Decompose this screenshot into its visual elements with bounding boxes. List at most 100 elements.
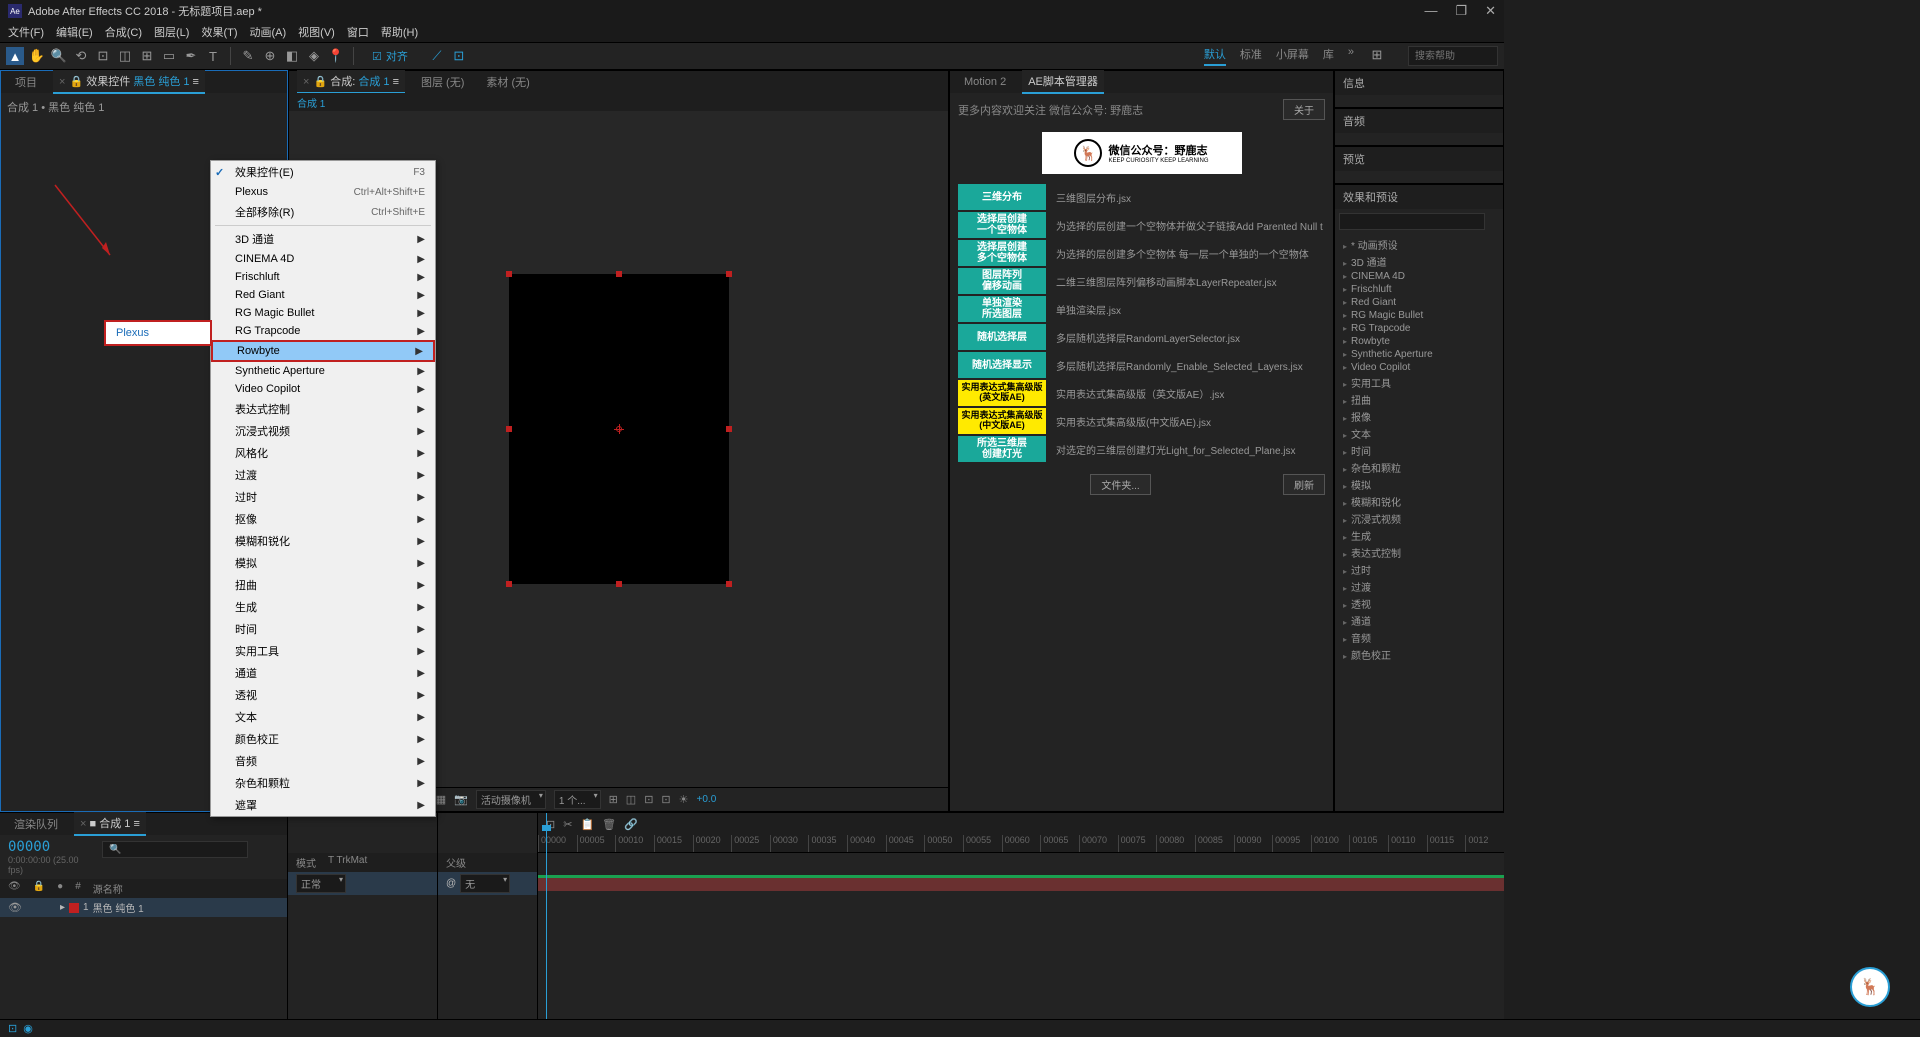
script-badge[interactable]: 随机选择显示 bbox=[958, 352, 1046, 378]
menu-help[interactable]: 帮助(H) bbox=[381, 24, 418, 40]
effects-category[interactable]: 文本 bbox=[1335, 425, 1503, 442]
menu-window[interactable]: 窗口 bbox=[347, 24, 369, 40]
ctx-item[interactable]: Rowbyte▶ bbox=[211, 340, 435, 362]
script-item[interactable]: 三维分布三维图层分布.jsx bbox=[958, 184, 1325, 210]
effects-category[interactable]: 模糊和锐化 bbox=[1335, 493, 1503, 510]
effects-category[interactable]: 通道 bbox=[1335, 612, 1503, 629]
script-item[interactable]: 实用表达式集高级版 (中文版AE)实用表达式集高级版(中文版AE).jsx bbox=[958, 408, 1325, 434]
effects-category[interactable]: Red Giant bbox=[1335, 296, 1503, 309]
tl-tool-icon[interactable]: 📋 bbox=[580, 818, 594, 831]
handle-tr[interactable] bbox=[726, 271, 732, 277]
effects-category[interactable]: 颜色校正 bbox=[1335, 646, 1503, 663]
ctx-item[interactable]: 抠像▶ bbox=[211, 508, 435, 530]
view-icon-3[interactable]: ⊡ bbox=[644, 793, 653, 806]
menu-composition[interactable]: 合成(C) bbox=[105, 24, 142, 40]
status-icon[interactable]: ⊡ bbox=[8, 1022, 17, 1035]
submenu-item-plexus[interactable]: Plexus bbox=[106, 325, 210, 341]
handle-ml[interactable] bbox=[506, 426, 512, 432]
workspace-library[interactable]: 库 bbox=[1323, 46, 1334, 66]
ctx-item[interactable]: RG Trapcode▶ bbox=[211, 322, 435, 340]
timecode-icon[interactable]: ⊡ bbox=[661, 793, 670, 806]
effects-category[interactable]: Rowbyte bbox=[1335, 335, 1503, 348]
effects-category[interactable]: 3D 通道 bbox=[1335, 253, 1503, 270]
effect-controls-tab[interactable]: ×🔒 效果控件 黑色 纯色 1 ≡ bbox=[53, 70, 205, 94]
layer-expand[interactable]: ▸ bbox=[60, 902, 65, 913]
effects-category[interactable]: 沉浸式视频 bbox=[1335, 510, 1503, 527]
ctx-item[interactable]: 生成▶ bbox=[211, 596, 435, 618]
transparency-icon[interactable]: ▦ bbox=[436, 793, 446, 806]
script-badge[interactable]: 选择层创建 多个空物体 bbox=[958, 240, 1046, 266]
script-item[interactable]: 图层阵列 偏移动画二维三维图层阵列偏移动画脚本LayerRepeater.jsx bbox=[958, 268, 1325, 294]
effects-category[interactable]: 时间 bbox=[1335, 442, 1503, 459]
exposure-value[interactable]: +0.0 bbox=[697, 794, 717, 805]
ctx-item[interactable]: 效果控件(E)F3 bbox=[211, 161, 435, 183]
script-item[interactable]: 单独渲染 所选图层单独渲染层.jsx bbox=[958, 296, 1325, 322]
effects-panel-header[interactable]: 效果和预设 bbox=[1335, 185, 1503, 209]
effects-category[interactable]: * 动画预设 bbox=[1335, 236, 1503, 253]
snap-icon[interactable]: ⟋ bbox=[428, 47, 446, 65]
ctx-item[interactable]: Red Giant▶ bbox=[211, 286, 435, 304]
effects-category[interactable]: 杂色和颗粒 bbox=[1335, 459, 1503, 476]
effects-category[interactable]: RG Trapcode bbox=[1335, 322, 1503, 335]
views-select[interactable]: 1 个... bbox=[554, 790, 601, 809]
workspace-standard[interactable]: 标准 bbox=[1240, 46, 1262, 66]
script-badge[interactable]: 单独渲染 所选图层 bbox=[958, 296, 1046, 322]
playhead[interactable] bbox=[546, 813, 547, 1022]
ctx-item[interactable]: CINEMA 4D▶ bbox=[211, 250, 435, 268]
ctx-item[interactable]: 通道▶ bbox=[211, 662, 435, 684]
script-badge[interactable]: 图层阵列 偏移动画 bbox=[958, 268, 1046, 294]
timeline-ruler[interactable]: 0000000005000100001500020000250003000035… bbox=[538, 835, 1504, 853]
timeline-layer-row[interactable]: 👁 ▸ 1 黑色 纯色 1 bbox=[0, 898, 287, 917]
footage-tab[interactable]: 素材 (无) bbox=[480, 71, 535, 93]
comp-inner-tab[interactable]: 合成 1 bbox=[297, 95, 325, 110]
effects-category[interactable]: 实用工具 bbox=[1335, 374, 1503, 391]
tl-tool-icon[interactable]: 🔗 bbox=[624, 818, 638, 831]
effects-search-input[interactable] bbox=[1339, 213, 1485, 230]
ctx-item[interactable]: 风格化▶ bbox=[211, 442, 435, 464]
roto-tool[interactable]: ◈ bbox=[305, 47, 323, 65]
snapshot-icon[interactable]: 📷 bbox=[454, 793, 468, 806]
parent-header[interactable]: 父级 bbox=[446, 855, 466, 870]
folder-button[interactable]: 文件夹... bbox=[1090, 474, 1150, 495]
script-item[interactable]: 实用表达式集高级版 (英文版AE)实用表达式集高级版（英文版AE）.jsx bbox=[958, 380, 1325, 406]
ctx-item[interactable]: 全部移除(R)Ctrl+Shift+E bbox=[211, 201, 435, 223]
ctx-item[interactable]: 时间▶ bbox=[211, 618, 435, 640]
source-name-header[interactable]: 源名称 bbox=[93, 881, 123, 896]
camera-tool[interactable]: ◫ bbox=[116, 47, 134, 65]
handle-br[interactable] bbox=[726, 581, 732, 587]
timeline-track[interactable] bbox=[538, 875, 1504, 891]
script-item[interactable]: 选择层创建 一个空物体为选择的层创建一个空物体并做父子链接Add Parente… bbox=[958, 212, 1325, 238]
text-tool[interactable]: T bbox=[204, 47, 222, 65]
close-button[interactable]: ✕ bbox=[1485, 3, 1496, 19]
tl-tool-icon[interactable]: ✂ bbox=[563, 818, 572, 831]
menu-file[interactable]: 文件(F) bbox=[8, 24, 44, 40]
ctx-item[interactable]: Synthetic Aperture▶ bbox=[211, 362, 435, 380]
effects-category[interactable]: RG Magic Bullet bbox=[1335, 309, 1503, 322]
script-badge[interactable]: 三维分布 bbox=[958, 184, 1046, 210]
panel-icon[interactable]: ⊞ bbox=[1368, 46, 1386, 64]
workspace-more[interactable]: » bbox=[1348, 46, 1354, 66]
ctx-item[interactable]: 遮罩▶ bbox=[211, 794, 435, 816]
trkmat-header[interactable]: T TrkMat bbox=[328, 855, 367, 870]
ctx-item[interactable]: 文本▶ bbox=[211, 706, 435, 728]
script-item[interactable]: 所选三维层 创建灯光对选定的三维层创建灯光Light_for_Selected_… bbox=[958, 436, 1325, 462]
timecode[interactable]: 00000 bbox=[8, 839, 82, 855]
motion2-tab[interactable]: Motion 2 bbox=[958, 73, 1012, 91]
handle-bm[interactable] bbox=[616, 581, 622, 587]
menu-animation[interactable]: 动画(A) bbox=[250, 24, 287, 40]
hand-tool[interactable]: ✋ bbox=[28, 47, 46, 65]
puppet-tool[interactable]: 📍 bbox=[327, 47, 345, 65]
help-search-input[interactable] bbox=[1408, 46, 1498, 66]
ctx-item[interactable]: RG Magic Bullet▶ bbox=[211, 304, 435, 322]
zoom-tool[interactable]: 🔍 bbox=[50, 47, 68, 65]
refresh-button[interactable]: 刷新 bbox=[1283, 474, 1325, 495]
ctx-item[interactable]: Video Copilot▶ bbox=[211, 380, 435, 398]
menu-effect[interactable]: 效果(T) bbox=[201, 24, 237, 40]
about-button[interactable]: 关于 bbox=[1283, 99, 1325, 120]
ctx-item[interactable]: 过时▶ bbox=[211, 486, 435, 508]
ctx-item[interactable]: 模糊和锐化▶ bbox=[211, 530, 435, 552]
handle-bl[interactable] bbox=[506, 581, 512, 587]
handle-mr[interactable] bbox=[726, 426, 732, 432]
ctx-item[interactable]: 透视▶ bbox=[211, 684, 435, 706]
ctx-item[interactable]: 表达式控制▶ bbox=[211, 398, 435, 420]
